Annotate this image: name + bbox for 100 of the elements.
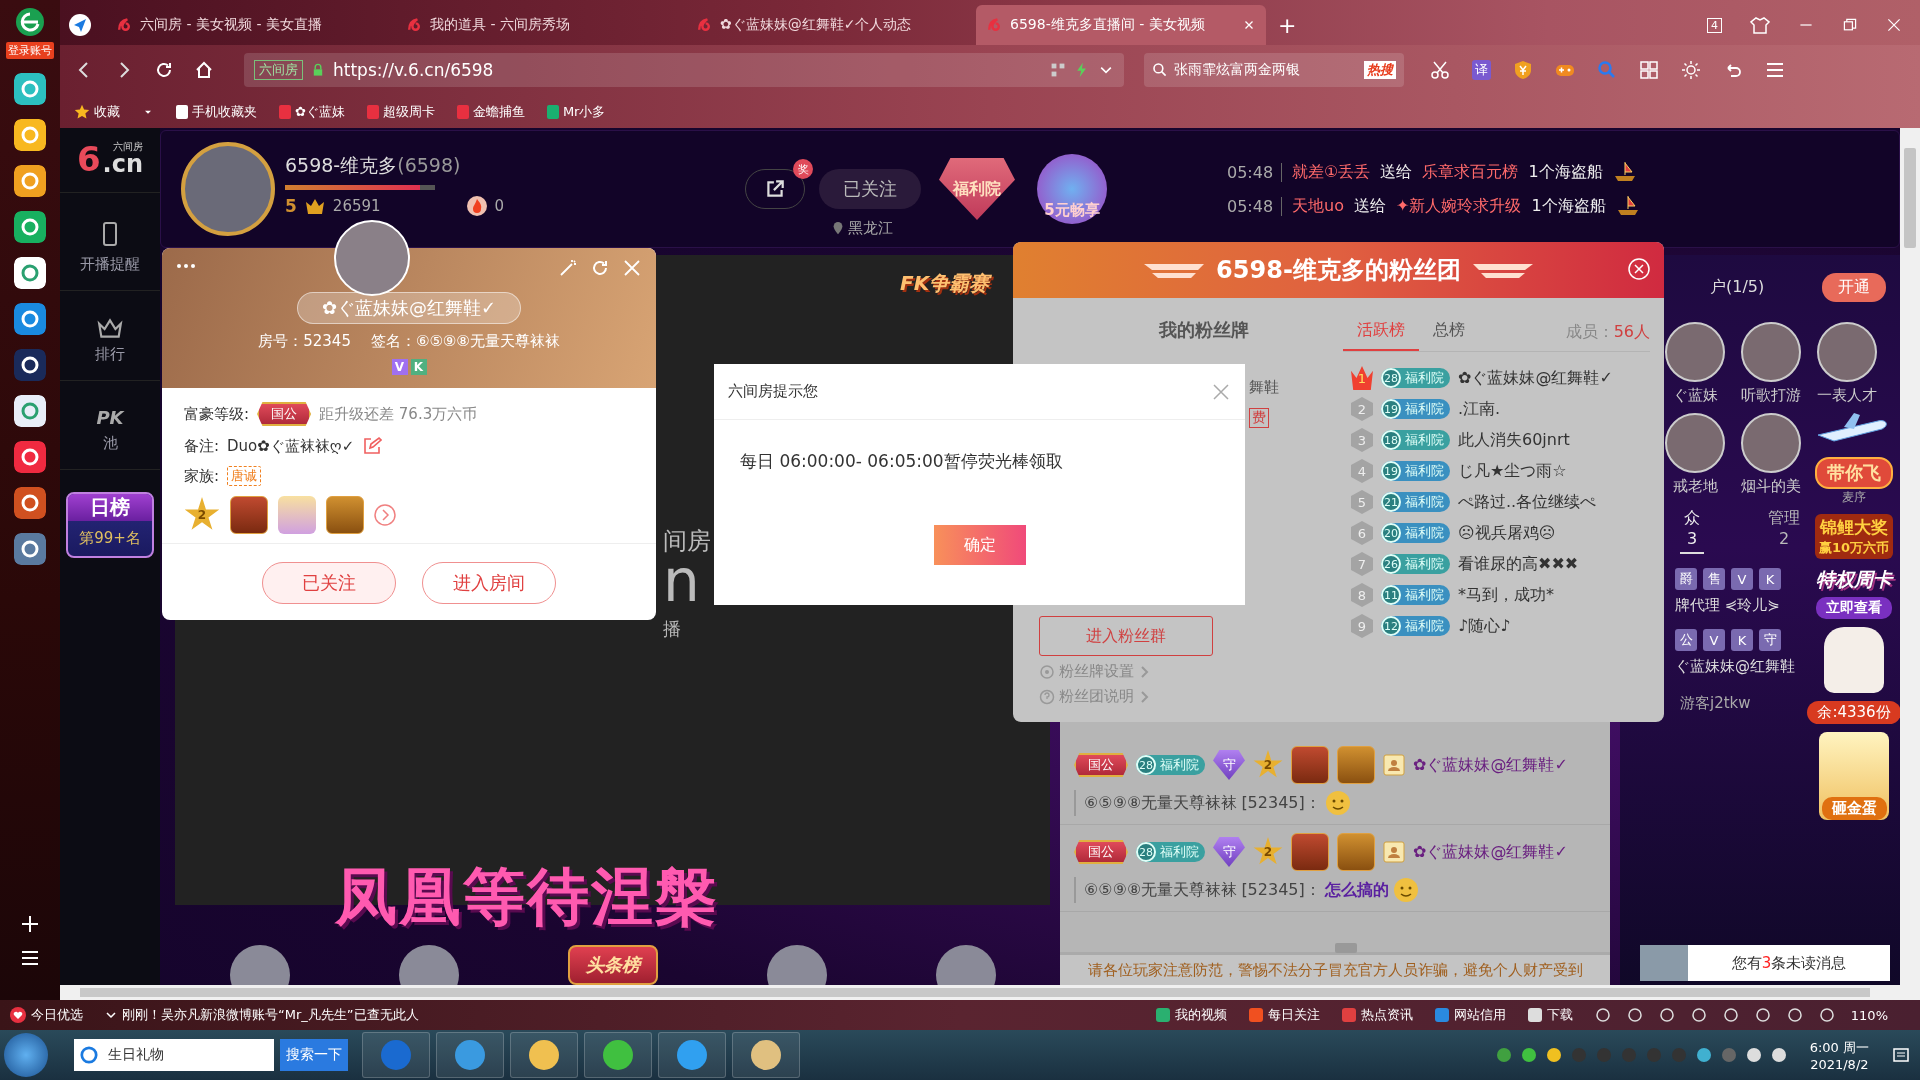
browser-logo-icon[interactable] [14, 6, 46, 38]
app-shortcut-icon[interactable] [14, 533, 46, 565]
bookmark-item[interactable]: ✿ぐ蓝妹 [279, 102, 345, 121]
status-link[interactable]: 下载 [1527, 1006, 1573, 1024]
guard-name[interactable]: 烟斗的美 [1741, 477, 1801, 496]
reload-icon[interactable] [154, 60, 174, 80]
start-button[interactable] [4, 1033, 48, 1077]
guard-avatar[interactable] [1741, 413, 1801, 473]
tray-icon[interactable] [1545, 1047, 1562, 1063]
navigation-icon[interactable] [68, 13, 92, 37]
close-icon[interactable] [1886, 17, 1902, 33]
grid-icon[interactable] [1639, 60, 1659, 80]
app-shortcut-icon[interactable] [14, 165, 46, 197]
bookmark-item[interactable]: 超级周卡 [366, 102, 435, 121]
search-field[interactable]: 生日礼物 [74, 1039, 274, 1071]
app-shortcut-icon[interactable] [14, 119, 46, 151]
browser-tab[interactable]: 6598-维克多直播间 - 美女视频 [976, 5, 1266, 45]
search-field[interactable]: 张雨霏炫富两金两银 热搜 [1144, 53, 1404, 87]
guard-name[interactable]: 戒老地 [1672, 477, 1718, 496]
member-name[interactable]: ☹视兵屠鸡☹ [1458, 522, 1556, 544]
guard-avatar[interactable] [1741, 322, 1801, 382]
taskbar-app[interactable] [436, 1032, 504, 1078]
view-now-button[interactable]: 立即查看 [1816, 597, 1892, 619]
shirt-icon[interactable] [1750, 15, 1770, 35]
headline-badge[interactable]: 头条榜 [567, 945, 658, 985]
member-name[interactable]: ぺ路过..各位继续ぺ [1458, 491, 1597, 513]
member-name[interactable]: 看谁尿的高✖✖✖ [1458, 553, 1579, 575]
nav-item[interactable]: PK 池 [60, 381, 160, 470]
guard-name[interactable]: 听歌打游 [1741, 386, 1801, 405]
menu-icon[interactable] [20, 948, 40, 968]
author-name[interactable]: ⑥⑤⑨⑧无量天尊袜袜 [1084, 879, 1238, 901]
app-shortcut-icon[interactable] [14, 395, 46, 427]
app-shortcut-icon[interactable] [14, 303, 46, 335]
bookmark-item[interactable]: 收藏 [74, 102, 120, 121]
news-ticker[interactable]: 刚刚！吴亦凡新浪微博账号“Mr_凡先生”已查无此人 [105, 1006, 419, 1024]
qr-code-icon[interactable] [1050, 62, 1066, 78]
tray-icon[interactable] [1695, 1047, 1712, 1063]
browser-tab[interactable]: 我的道具 - 六间房秀场 [396, 5, 686, 45]
guard-name[interactable]: ぐ蓝妹 [1672, 386, 1718, 405]
browser-tab[interactable]: ✿ぐ蓝妹妹@红舞鞋✓个人动态 [686, 5, 976, 45]
collapse-handle[interactable] [1335, 943, 1357, 953]
address-field[interactable]: 六间房 https://v.6.cn/6598 [244, 53, 1124, 87]
guard-avatar[interactable] [1665, 413, 1725, 473]
status-link[interactable]: 每日关注 [1248, 1006, 1320, 1024]
status-link[interactable]: 热点资讯 [1341, 1006, 1413, 1024]
daily-rank-card[interactable]: 日榜 第99+名 [66, 492, 154, 558]
user-name[interactable]: ✿ぐ蓝妹妹@红舞鞋✓ [1413, 754, 1568, 776]
chevron-right-icon[interactable] [374, 504, 396, 526]
followed-button[interactable]: 已关注 [262, 562, 396, 604]
sun-icon[interactable] [1681, 60, 1701, 80]
member-name[interactable]: じ凡★尘つ雨☆ [1458, 460, 1567, 482]
audience-tab[interactable]: 管理 2 [1764, 508, 1804, 554]
user-name[interactable]: ✿ぐ蓝妹妹@红舞鞋✓ [1413, 841, 1568, 863]
app-shortcut-icon[interactable] [14, 487, 46, 519]
taskbar-app[interactable] [584, 1032, 652, 1078]
unread-message-toast[interactable]: 您有3条未读消息 [1640, 945, 1890, 981]
app-shortcut-icon[interactable] [14, 349, 46, 381]
plus-icon[interactable] [20, 914, 40, 934]
viewer-name[interactable]: ぐ蓝妹妹@红舞鞋 [1675, 657, 1795, 676]
scissors-icon[interactable] [1430, 60, 1450, 80]
login-label[interactable]: 登录账号 [6, 42, 54, 59]
logo-mark[interactable]: 6 [76, 142, 101, 176]
today-picks-link[interactable]: 今日优选 [10, 1006, 83, 1024]
search-button[interactable]: 搜索一下 [280, 1039, 348, 1071]
logo-text[interactable]: .cn [102, 152, 144, 176]
tray-icon[interactable] [1520, 1047, 1537, 1063]
edit-icon[interactable] [362, 436, 383, 456]
scrollbar-thumb[interactable] [1904, 148, 1916, 248]
bookmark-item[interactable]: 手机收藏夹 [176, 102, 257, 121]
bookmark-item[interactable]: 金蟾捕鱼 [456, 102, 525, 121]
guard-avatar[interactable] [1817, 322, 1877, 382]
tray-icon[interactable] [1495, 1047, 1512, 1063]
audience-tab[interactable]: 众 3 [1680, 508, 1704, 554]
member-name[interactable]: ✿ぐ蓝妹妹@红舞鞋✓ [1458, 367, 1613, 389]
scrollbar-thumb[interactable] [80, 988, 1870, 997]
member-name[interactable]: ♪随心♪ [1458, 615, 1511, 637]
app-shortcut-icon[interactable] [14, 73, 46, 105]
app-shortcut-icon[interactable] [14, 257, 46, 289]
taskbar-app[interactable] [510, 1032, 578, 1078]
restore-icon[interactable] [1842, 17, 1858, 33]
new-tab-button[interactable]: + [1266, 5, 1309, 45]
zoom-level[interactable]: 110% [1850, 1007, 1888, 1023]
guard-name[interactable]: 一表人才 [1817, 386, 1877, 405]
guest-name[interactable]: 游客j2tkw [1680, 694, 1751, 713]
status-link[interactable]: 我的视频 [1155, 1006, 1227, 1024]
translate-button[interactable]: 译 [1472, 60, 1491, 80]
notification-icon[interactable] [1892, 1046, 1910, 1064]
viewer-name[interactable]: 牌代理 ⋞玲儿⋟ [1675, 596, 1780, 615]
browser-tab[interactable]: 六间房 - 美女视频 - 美女直播 [106, 5, 396, 45]
window-count[interactable]: 4 [1707, 17, 1722, 33]
yen-shield-icon[interactable] [1513, 60, 1533, 80]
member-name[interactable]: *马到，成功* [1458, 584, 1554, 606]
follow-button[interactable]: 已关注 [819, 169, 921, 209]
close-icon[interactable] [1628, 258, 1650, 280]
ranking-tab[interactable]: 总榜 [1419, 316, 1479, 351]
bookmark-item[interactable]: Mr小多 [546, 102, 606, 121]
taskbar-app[interactable] [658, 1032, 726, 1078]
enter-room-button[interactable]: 进入房间 [422, 562, 556, 604]
app-shortcut-icon[interactable] [14, 211, 46, 243]
tray-icon[interactable] [1745, 1047, 1762, 1063]
